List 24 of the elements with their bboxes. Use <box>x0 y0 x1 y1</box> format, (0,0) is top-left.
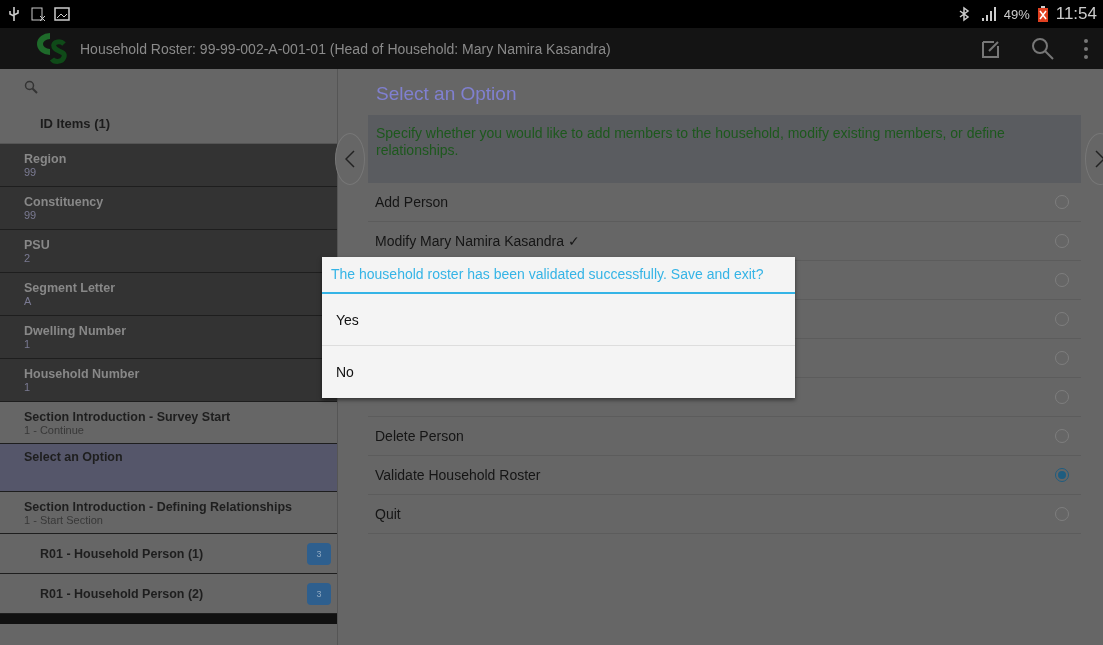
item-label: PSU <box>24 238 51 252</box>
screen-title: Household Roster: 99-99-002-A-001-01 (Head of Household: Mary Namira Kasandra) <box>80 40 612 57</box>
question-instruction: Specify whether you would like to add members to the household, modify existing members, or define relationships. <box>368 115 1081 183</box>
question-title: Select an Option <box>376 83 518 106</box>
item-label: Section Introduction - Survey Start <box>24 409 232 424</box>
item-label: Select an Option <box>24 450 124 464</box>
item-label: Constituency <box>24 195 105 209</box>
count-badge: 3 <box>307 582 331 605</box>
count-badge: 3 <box>307 542 331 565</box>
item-value: 99 <box>24 166 38 178</box>
item-value: 2 <box>24 252 32 264</box>
item-value: 99 <box>24 209 38 221</box>
clock-time: 11:54 <box>1055 4 1097 24</box>
item-label: R01 - Household Person (2) <box>40 586 205 601</box>
item-label: R01 - Household Person (1) <box>40 546 205 561</box>
item-label: Segment Letter <box>24 281 116 295</box>
item-label: Household Number <box>24 367 141 381</box>
battery-percent: 49% <box>1003 6 1030 22</box>
item-label: Dwelling Number <box>24 324 128 338</box>
item-value: 1 <box>24 381 32 393</box>
item-label: Region <box>24 152 68 166</box>
item-value: A <box>24 295 33 307</box>
item-label: Section Introduction - Defining Relationships <box>24 499 294 514</box>
item-value: 1 <box>24 338 32 350</box>
